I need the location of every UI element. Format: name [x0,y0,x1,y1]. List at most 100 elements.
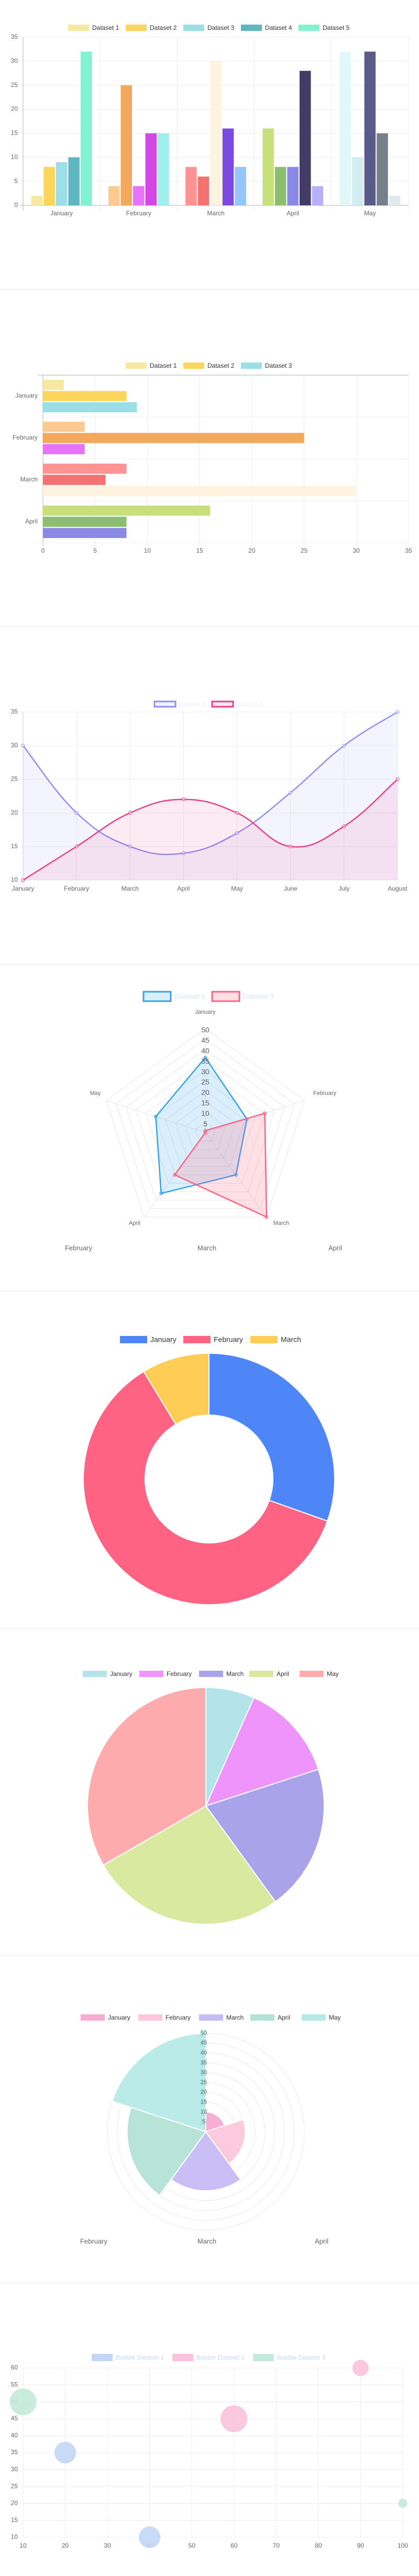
data-point[interactable] [289,845,293,849]
bar[interactable] [43,506,211,516]
bar[interactable] [185,167,197,205]
legend-item[interactable]: February [138,2014,191,2021]
bar[interactable] [68,157,80,205]
bar[interactable] [43,422,85,432]
legend-item[interactable]: Dataset 2 [126,24,177,31]
legend-item[interactable]: January [83,1670,133,1678]
bar[interactable] [43,475,106,485]
bubble[interactable] [54,2442,76,2463]
bar[interactable] [158,133,169,205]
bubble[interactable] [139,2526,161,2548]
data-point[interactable] [173,1172,177,1177]
bar[interactable] [43,486,357,496]
data-point[interactable] [21,743,25,748]
bar[interactable] [43,167,55,205]
bar[interactable] [210,61,222,205]
bar[interactable] [197,176,210,205]
bar[interactable] [43,391,127,401]
bar[interactable] [56,162,68,205]
bar[interactable] [43,464,127,474]
data-point[interactable] [264,1215,269,1219]
legend-item[interactable]: March [199,1670,244,1678]
legend-item[interactable]: May [302,2014,341,2021]
bar[interactable] [222,128,234,205]
bar[interactable] [43,444,85,454]
bar[interactable] [312,186,324,205]
legend: January February March April May [83,1670,339,1678]
data-point[interactable] [395,710,400,714]
legend-label: March [281,1335,301,1344]
legend-item[interactable]: Bubble Dataset 1 [92,2354,164,2361]
legend-item[interactable]: Dataset 3 [241,362,292,369]
legend-item[interactable]: Dataset 2 [211,700,263,708]
legend-item[interactable]: Dataset 1 [126,362,177,369]
legend-item[interactable]: Dataset 2 [183,362,235,369]
legend-item[interactable]: Dataset 3 [183,24,235,31]
legend: Bubble Dataset 1 Bubble Dataset 2 Bubble D… [92,2354,325,2361]
data-point[interactable] [235,811,239,815]
bubble[interactable] [398,2498,407,2508]
legend-item[interactable]: Bubble Dataset 2 [172,2354,245,2361]
legend-item[interactable]: March [199,2014,244,2021]
polar-segment[interactable] [111,2032,206,2133]
bar[interactable] [339,51,351,205]
legend: Dataset 1 Dataset 2 Dataset 3 [126,362,292,369]
data-point[interactable] [263,1111,267,1115]
bar[interactable] [299,71,311,205]
legend-item[interactable]: January [120,1335,177,1344]
bar[interactable] [389,195,401,205]
legend-item[interactable]: Bubble Dataset 3 [253,2354,325,2361]
bubble[interactable] [352,2360,369,2376]
bar[interactable] [31,195,43,205]
bar[interactable] [262,128,274,205]
legend-item[interactable]: Dataset 1 [142,991,205,1002]
bar[interactable] [364,51,376,205]
legend-item[interactable]: Dataset 1 [153,700,206,708]
legend-item[interactable]: Dataset 1 [68,24,119,31]
data-point[interactable] [181,797,185,802]
bar[interactable] [377,133,388,205]
bar[interactable] [43,517,127,527]
data-point[interactable] [159,1191,163,1196]
data-point[interactable] [74,811,79,815]
r-tick-label: 20 [201,2089,207,2096]
doughnut-chart: January February March [83,1335,335,1605]
legend-label: February [214,1335,243,1344]
bar[interactable] [287,167,299,205]
data-point[interactable] [395,777,400,781]
bar[interactable] [43,433,304,443]
bar[interactable] [235,167,246,205]
bubble[interactable] [220,2405,248,2432]
bar[interactable] [108,186,120,205]
bar[interactable] [43,402,137,412]
bar[interactable] [352,157,363,205]
doughnut-slice[interactable] [208,1352,335,1522]
legend-item[interactable]: April [250,2014,290,2021]
legend-item[interactable]: Dataset 4 [241,24,292,31]
bar[interactable] [145,133,157,205]
bar[interactable] [43,380,64,390]
data-point[interactable] [203,1131,207,1135]
legend-item[interactable]: Dataset 3 [211,991,274,1002]
bubble[interactable] [9,2388,37,2416]
legend-item[interactable]: January [81,2014,130,2021]
legend-item[interactable]: February [183,1335,243,1344]
data-point[interactable] [289,791,293,795]
data-point[interactable] [342,824,346,828]
legend-item[interactable]: May [300,1670,339,1678]
bar[interactable] [120,85,133,205]
bar[interactable] [80,51,92,205]
data-point[interactable] [342,743,346,748]
x-tick-label: 20 [248,547,256,554]
legend-item[interactable]: April [249,1670,289,1678]
data-point[interactable] [153,1114,158,1119]
legend-item[interactable]: Dataset 5 [299,24,350,31]
data-point[interactable] [21,878,25,882]
legend-item[interactable]: February [139,1670,192,1678]
bar[interactable] [274,167,286,205]
legend-item[interactable]: March [250,1335,301,1344]
bar[interactable] [43,528,127,538]
data-point[interactable] [74,845,79,849]
data-point[interactable] [128,811,132,815]
bar[interactable] [133,186,145,205]
